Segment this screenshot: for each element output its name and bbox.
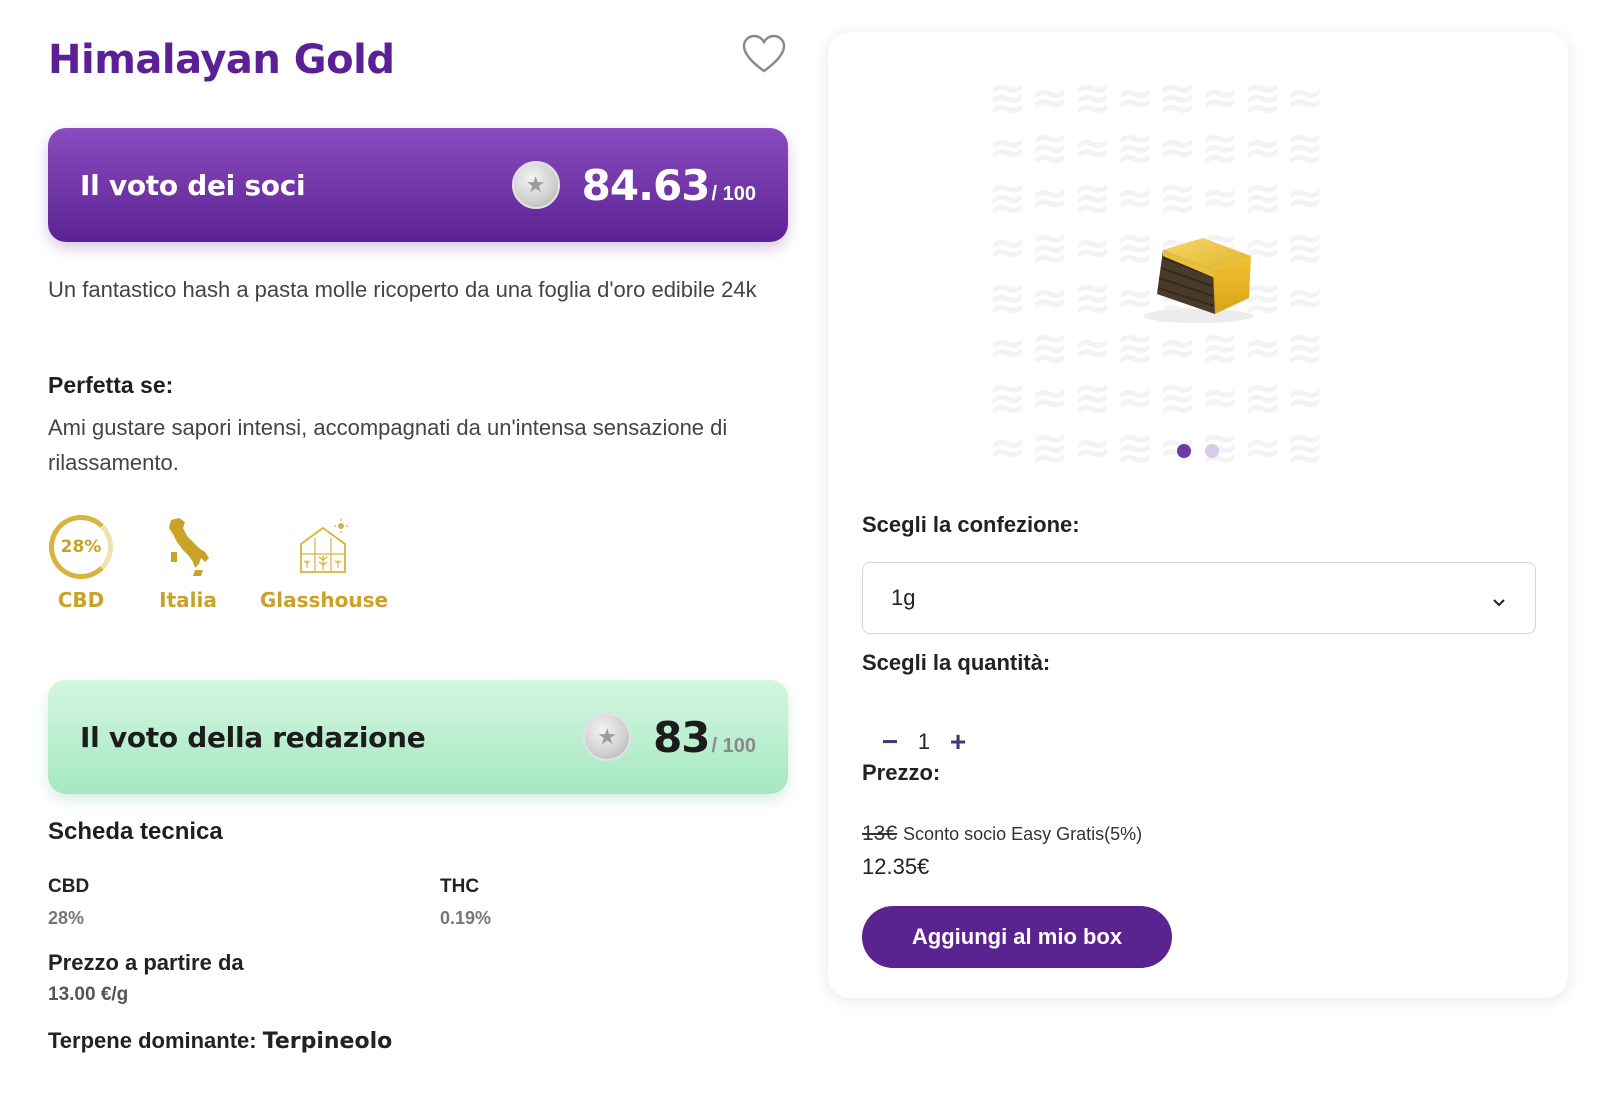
members-score-max: / 100 [711, 182, 756, 205]
cultivation-badge: Glasshouse [256, 512, 392, 612]
terpene-value: Terpineolo [262, 1029, 393, 1054]
package-label: Scegli la confezione: [862, 512, 1080, 537]
cbd-badge: 28% CBD [48, 512, 114, 612]
cultivation-badge-label: Glasshouse [259, 588, 389, 612]
members-score-value: 84.63 [581, 160, 711, 210]
perfetta-heading: Perfetta se: [48, 372, 174, 398]
product-page: Himalayan Gold Il voto dei soci ★ 84.63 … [0, 0, 1600, 1112]
heart-icon[interactable] [742, 34, 786, 74]
italy-map-icon [148, 512, 228, 582]
discount-text: Sconto socio Easy Gratis(5%) [903, 824, 1143, 844]
spec-thc-value: 0.19% [440, 908, 492, 928]
perfetta-text: Ami gustare sapori intensi, accompagnati… [48, 415, 728, 475]
members-score: 84.63 / 100 [582, 161, 756, 210]
editorial-vote-card: Il voto della redazione ★ 83 / 100 [48, 680, 788, 794]
chevron-down-icon [1491, 590, 1507, 607]
title-row: Himalayan Gold [48, 30, 788, 90]
package-select[interactable]: 1g [862, 562, 1536, 634]
gallery-dot-2[interactable] [1205, 444, 1219, 458]
star-coin-icon: ★ [511, 161, 560, 209]
members-vote-card: Il voto dei soci ★ 84.63 / 100 [48, 128, 788, 242]
editorial-score: 83 / 100 [653, 713, 756, 762]
scheda-heading: Scheda tecnica [48, 818, 223, 845]
terpene-row: Terpene dominante: Terpineolo [48, 1028, 392, 1054]
terpene-label: Terpene dominante: [48, 1028, 257, 1053]
old-price-row: 13€ Sconto socio Easy Gratis(5%) [862, 822, 1142, 846]
cbd-ring-icon: 28% [49, 515, 113, 579]
spec-price-value: 13.00 €/g [48, 984, 129, 1005]
editorial-score-max: / 100 [711, 734, 756, 757]
spec-thc-label: THC [440, 876, 480, 897]
product-title: Himalayan Gold [48, 37, 395, 83]
increment-button[interactable]: + [942, 726, 974, 758]
product-image [1133, 228, 1263, 328]
product-description: Un fantastico hash a pasta molle ricoper… [48, 277, 757, 302]
spec-price-label: Prezzo a partire da [48, 950, 244, 975]
new-price: 12.35€ [862, 854, 930, 879]
editorial-vote-label: Il voto della redazione [80, 720, 426, 754]
product-badges: 28% CBD Italia Glasshouse [48, 512, 468, 622]
price-label: Prezzo: [862, 760, 941, 785]
gallery-dots [828, 444, 1568, 458]
quantity-stepper: − 1 + [874, 722, 974, 762]
purchase-card: ≋≈≋≈≋≈≋≈ ≈≋≈≋≈≋≈≋ ≋≈≋≈≋≈≋≈ ≈≋≈≋≈≋≈≋ ≋≈≋≈≋≈≋≈… [828, 32, 1568, 998]
greenhouse-icon [256, 512, 392, 582]
spec-cbd-label: CBD [48, 876, 90, 897]
quantity-label: Scegli la quantità: [862, 650, 1051, 675]
quantity-value: 1 [917, 729, 931, 754]
members-vote-label: Il voto dei soci [80, 168, 306, 202]
cbd-badge-label: CBD [57, 588, 105, 612]
origin-badge-label: Italia [159, 588, 217, 612]
product-gallery[interactable]: ≋≈≋≈≋≈≋≈ ≈≋≈≋≈≋≈≋ ≋≈≋≈≋≈≋≈ ≈≋≈≋≈≋≈≋ ≋≈≋≈≋≈≋≈… [828, 32, 1568, 492]
gallery-dot-1[interactable] [1177, 444, 1191, 458]
star-coin-icon: ★ [583, 713, 632, 761]
decrement-button[interactable]: − [874, 726, 906, 758]
spec-cbd-value: 28% [48, 908, 85, 928]
old-price: 13€ [862, 822, 898, 845]
add-to-box-button[interactable]: Aggiungi al mio box [862, 906, 1172, 968]
editorial-score-value: 83 [653, 712, 710, 762]
origin-badge: Italia [148, 512, 228, 612]
package-select-value: 1g [891, 585, 916, 610]
cbd-percent: 28% [60, 537, 102, 557]
